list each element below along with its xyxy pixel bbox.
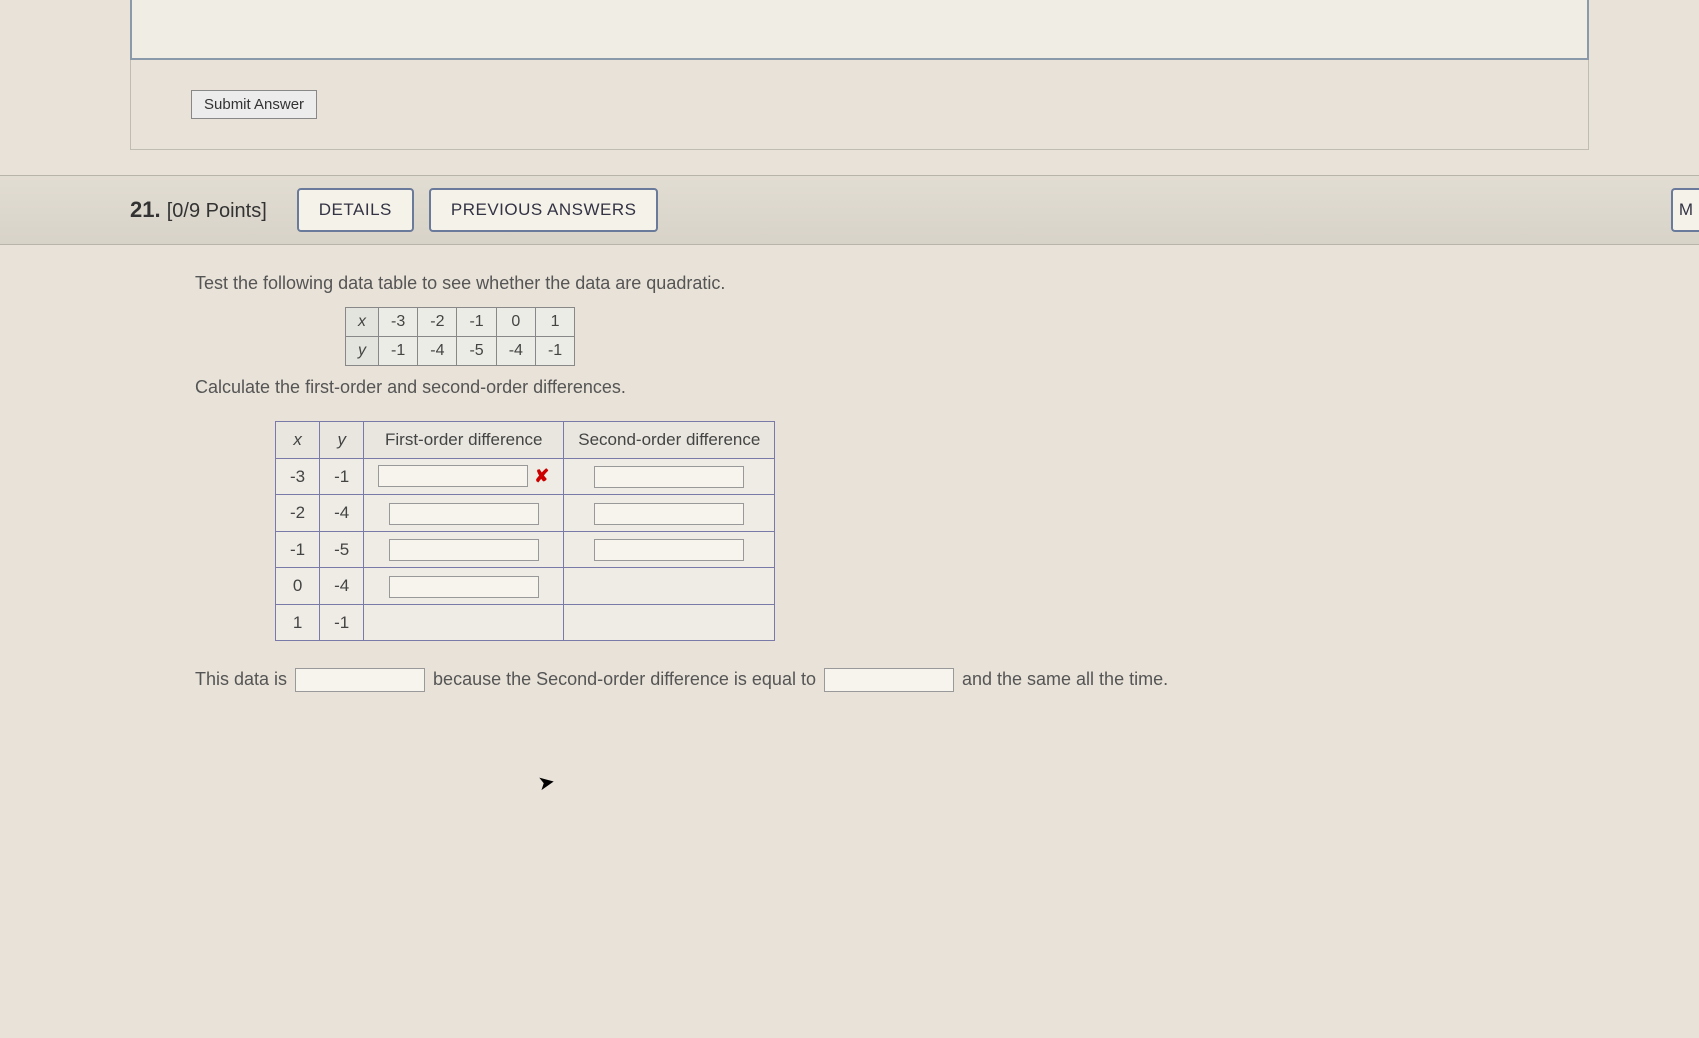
sentence-part-2: because the Second-order difference is e… bbox=[433, 666, 816, 693]
answer-x-cell: -2 bbox=[276, 495, 320, 532]
data-table-cell: -5 bbox=[457, 337, 496, 366]
question-number: 21. [0/9 Points] bbox=[130, 197, 267, 223]
first-order-cell: ✘ bbox=[364, 458, 564, 495]
answer-x-cell: 0 bbox=[276, 568, 320, 605]
cursor-icon: ➤ bbox=[536, 769, 557, 797]
answer-header-y: y bbox=[320, 422, 364, 459]
first-order-cell bbox=[364, 568, 564, 605]
data-table-cell: -2 bbox=[418, 308, 457, 337]
answer-header-second: Second-order difference bbox=[564, 422, 775, 459]
answer-header-first: First-order difference bbox=[364, 422, 564, 459]
data-table-cell: -3 bbox=[379, 308, 418, 337]
first-order-input[interactable] bbox=[389, 539, 539, 561]
second-order-input[interactable] bbox=[594, 539, 744, 561]
conclusion-sentence: This data is because the Second-order di… bbox=[195, 666, 1589, 693]
first-order-input[interactable] bbox=[378, 465, 528, 487]
second-order-cell bbox=[564, 568, 775, 605]
answer-y-cell: -4 bbox=[320, 568, 364, 605]
instruction-text-1: Test the following data table to see whe… bbox=[195, 270, 1589, 297]
first-order-cell bbox=[364, 495, 564, 532]
data-table-y-label: y bbox=[346, 337, 379, 366]
conclusion-input-1[interactable] bbox=[295, 668, 425, 692]
previous-question-panel bbox=[130, 0, 1589, 60]
data-table-cell: 0 bbox=[496, 308, 535, 337]
first-order-cell bbox=[364, 604, 564, 641]
answer-row: 1-1 bbox=[276, 604, 775, 641]
question-header: 21. [0/9 Points] DETAILS PREVIOUS ANSWER… bbox=[0, 175, 1699, 245]
answer-y-cell: -5 bbox=[320, 531, 364, 568]
data-table: x -3 -2 -1 0 1 y -1 -4 -5 -4 -1 bbox=[345, 307, 575, 366]
second-order-cell bbox=[564, 458, 775, 495]
answer-y-cell: -4 bbox=[320, 495, 364, 532]
submit-area: Submit Answer bbox=[130, 60, 1589, 150]
answer-y-cell: -1 bbox=[320, 604, 364, 641]
submit-answer-button[interactable]: Submit Answer bbox=[191, 90, 317, 119]
instruction-text-2: Calculate the first-order and second-ord… bbox=[195, 374, 1589, 401]
second-order-cell bbox=[564, 604, 775, 641]
details-button[interactable]: DETAILS bbox=[297, 188, 414, 232]
wrong-icon: ✘ bbox=[534, 463, 549, 490]
data-table-cell: -4 bbox=[496, 337, 535, 366]
previous-answers-button[interactable]: PREVIOUS ANSWERS bbox=[429, 188, 659, 232]
answer-header-x: x bbox=[276, 422, 320, 459]
question-body: Test the following data table to see whe… bbox=[0, 245, 1699, 753]
second-order-cell bbox=[564, 531, 775, 568]
first-order-input[interactable] bbox=[389, 576, 539, 598]
data-table-cell: -4 bbox=[418, 337, 457, 366]
data-table-cell: 1 bbox=[535, 308, 574, 337]
data-table-cell: -1 bbox=[379, 337, 418, 366]
second-order-input[interactable] bbox=[594, 466, 744, 488]
first-order-cell bbox=[364, 531, 564, 568]
answer-row: -1-5 bbox=[276, 531, 775, 568]
first-order-input[interactable] bbox=[389, 503, 539, 525]
data-table-cell: -1 bbox=[457, 308, 496, 337]
conclusion-input-2[interactable] bbox=[824, 668, 954, 692]
answer-row: -3-1 ✘ bbox=[276, 458, 775, 495]
answer-row: 0-4 bbox=[276, 568, 775, 605]
answer-y-cell: -1 bbox=[320, 458, 364, 495]
second-order-input[interactable] bbox=[594, 503, 744, 525]
second-order-cell bbox=[564, 495, 775, 532]
data-table-cell: -1 bbox=[535, 337, 574, 366]
data-table-x-label: x bbox=[346, 308, 379, 337]
sentence-part-1: This data is bbox=[195, 666, 287, 693]
answer-table: x y First-order difference Second-order … bbox=[275, 421, 775, 641]
sentence-part-3: and the same all the time. bbox=[962, 666, 1168, 693]
right-button-partial[interactable]: M bbox=[1671, 188, 1699, 232]
answer-x-cell: 1 bbox=[276, 604, 320, 641]
answer-x-cell: -3 bbox=[276, 458, 320, 495]
answer-x-cell: -1 bbox=[276, 531, 320, 568]
answer-row: -2-4 bbox=[276, 495, 775, 532]
